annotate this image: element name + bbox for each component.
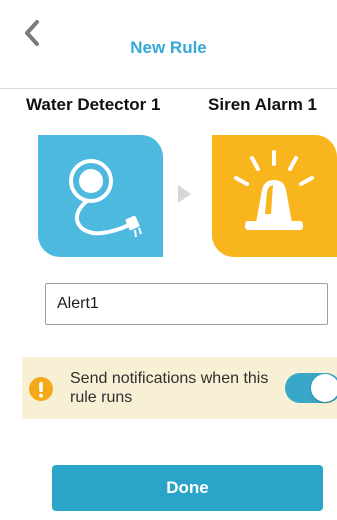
siren-alarm-tile (212, 135, 337, 257)
page-title: New Rule (130, 38, 207, 57)
notification-panel: Send notifications when this rule runs (22, 357, 337, 419)
new-rule-screen: New Rule Water Detector 1 Siren Alarm 1 (0, 0, 337, 520)
warning-icon (29, 377, 53, 401)
toggle-knob[interactable] (311, 374, 337, 402)
back-button[interactable] (16, 17, 48, 49)
notification-toggle[interactable] (285, 373, 337, 403)
source-device-label: Water Detector 1 (26, 95, 161, 114)
warning-icon-wrap (29, 377, 53, 401)
water-detector-tile (38, 135, 163, 257)
target-device-label: Siren Alarm 1 (208, 95, 317, 114)
play-arrow-icon (178, 185, 191, 203)
water-detector-icon (69, 159, 142, 238)
done-button[interactable]: Done (52, 465, 323, 511)
flow-arrow (173, 183, 195, 205)
siren-alarm-icon (234, 150, 314, 230)
notification-text: Send notifications when this rule runs (70, 370, 269, 406)
navigation-header: New Rule (0, 0, 337, 89)
chevron-left-icon (25, 20, 39, 46)
rule-name-input[interactable] (45, 283, 328, 325)
